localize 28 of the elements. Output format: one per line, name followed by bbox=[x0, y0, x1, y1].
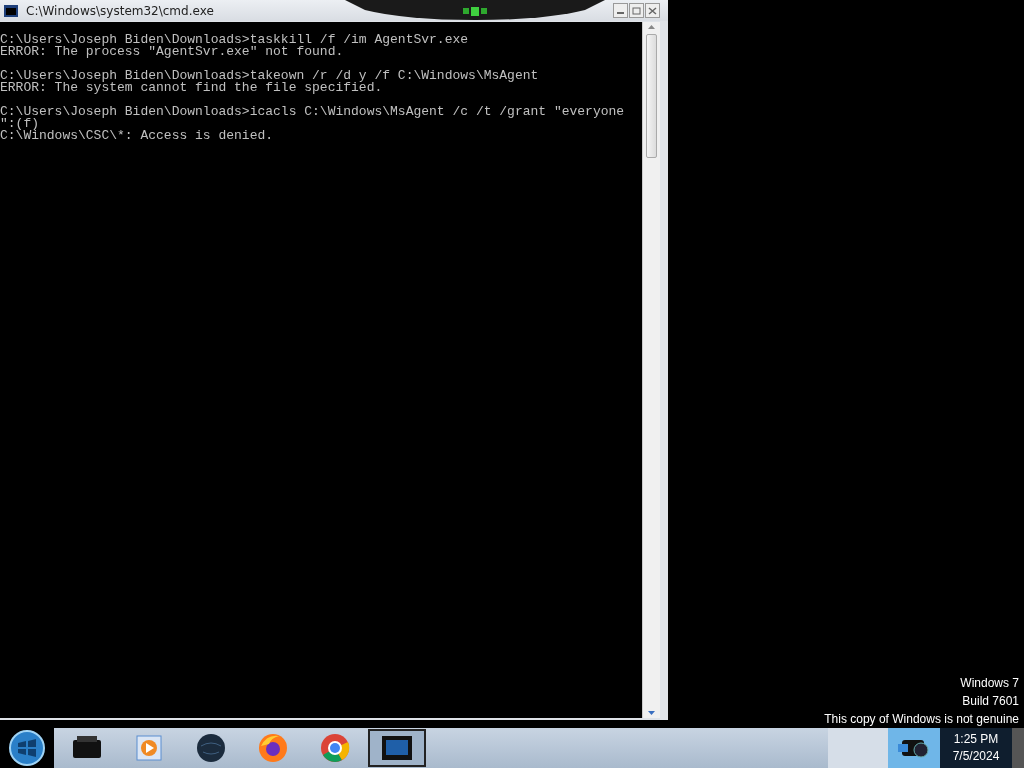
browser-wheel-icon bbox=[319, 732, 351, 764]
console-line: C:\Users\Joseph Biden\Downloads>icacls C:\Windows\MsAgent /c /t /grant "everyone bbox=[0, 104, 625, 119]
taskbar-app[interactable] bbox=[368, 729, 426, 767]
console-icon bbox=[381, 735, 413, 761]
scroll-thumb[interactable] bbox=[646, 34, 657, 158]
console-icon bbox=[4, 4, 18, 17]
watermark-text: Windows 7 bbox=[960, 675, 1019, 692]
tray-button[interactable] bbox=[888, 728, 940, 768]
fox-browser-icon bbox=[257, 732, 289, 764]
maximize-icon bbox=[632, 6, 641, 15]
scrollbar[interactable] bbox=[642, 22, 660, 718]
console-line: C:\Users\Joseph Biden\Downloads>taskkill /f /im AgentSvr.exe bbox=[0, 32, 469, 47]
minimize-button[interactable] bbox=[613, 3, 628, 18]
window-title: C:\Windows\system32\cmd.exe bbox=[26, 3, 214, 18]
clock-panel[interactable]: 1:25 PM 7/5/2024 bbox=[940, 728, 1012, 768]
clock-date: 7/5/2024 bbox=[952, 748, 1000, 765]
notification-area bbox=[828, 728, 888, 768]
close-icon bbox=[648, 6, 657, 15]
windows-orb-icon bbox=[8, 729, 46, 767]
close-button[interactable] bbox=[645, 3, 660, 18]
console-line: ":(f) bbox=[0, 116, 39, 131]
play-icon bbox=[134, 733, 164, 763]
start-button[interactable] bbox=[0, 728, 54, 768]
clock-time: 1:25 PM bbox=[953, 731, 999, 748]
globe-icon bbox=[195, 732, 227, 764]
watermark-text: Build 7601 bbox=[962, 693, 1019, 710]
console-line: C:\Users\Joseph Biden\Downloads>takeown /r /d y /f C:\Windows\MsAgent bbox=[0, 68, 539, 83]
watermark-text: This copy of Windows is not genuine bbox=[824, 711, 1019, 728]
